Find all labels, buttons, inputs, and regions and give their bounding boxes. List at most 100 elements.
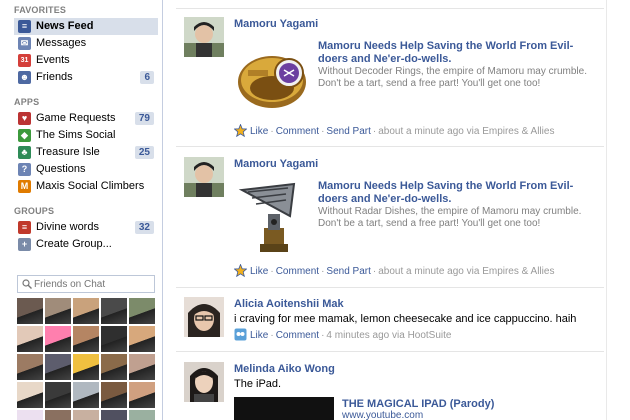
maxis-icon: M xyxy=(18,180,31,193)
sidebar-item-label: Maxis Social Climbers xyxy=(36,180,145,192)
friends-on-chat-search[interactable] xyxy=(17,275,155,293)
news-feed-icon: ≡ xyxy=(18,20,31,33)
sidebar-item-label: The Sims Social xyxy=(36,129,116,141)
story-message: The iPad. xyxy=(234,378,282,390)
sidebar-item-maxis-social-climbers[interactable]: M Maxis Social Climbers xyxy=(14,178,158,195)
chat-friend-avatar[interactable] xyxy=(101,326,127,352)
avatar[interactable] xyxy=(184,17,224,57)
story-message: i craving for mee mamak, lemon cheesecak… xyxy=(234,313,577,325)
sidebar-item-label: Messages xyxy=(36,37,87,49)
sidebar-item-friends[interactable]: ☻ Friends 6 xyxy=(14,69,158,86)
story-author[interactable]: Alicia Aoitenshii Mak xyxy=(234,298,344,310)
chat-friend-avatar[interactable] xyxy=(17,410,43,420)
chat-friend-avatar[interactable] xyxy=(17,382,43,408)
send-part-link[interactable]: Send Part xyxy=(326,126,370,137)
story-divider xyxy=(176,287,604,288)
chat-friend-avatar[interactable] xyxy=(129,326,155,352)
sidebar-item-treasure-isle[interactable]: ♣ Treasure Isle 25 xyxy=(14,144,158,161)
favorites-section-title: FAVORITES xyxy=(14,5,67,15)
sidebar-item-divine-words[interactable]: ≡ Divine words 32 xyxy=(14,219,158,236)
avatar[interactable] xyxy=(184,362,224,402)
palm-tree-icon: ♣ xyxy=(18,146,31,159)
sidebar-item-label: Treasure Isle xyxy=(36,146,100,158)
events-calendar-icon: 31 xyxy=(18,54,31,67)
chat-friend-avatar[interactable] xyxy=(45,298,71,324)
attachment-description: Without Radar Dishes, the empire of Mamo… xyxy=(318,206,582,229)
chat-friend-avatar[interactable] xyxy=(101,298,127,324)
sidebar-item-sims-social[interactable]: ◆ The Sims Social xyxy=(14,127,158,144)
sidebar-item-game-requests[interactable]: ♥ Game Requests 79 xyxy=(14,110,158,127)
chat-friend-avatar[interactable] xyxy=(17,326,43,352)
sidebar-item-events[interactable]: 31 Events xyxy=(14,52,158,69)
avatar[interactable] xyxy=(184,297,224,337)
chat-friend-avatar[interactable] xyxy=(73,410,99,420)
video-thumbnail[interactable] xyxy=(234,397,334,420)
sidebar-item-label: Create Group... xyxy=(36,238,112,250)
avatar-photo xyxy=(184,297,224,337)
chat-friend-avatar[interactable] xyxy=(45,382,71,408)
sidebar-item-label: News Feed xyxy=(36,20,94,32)
chat-friend-avatar[interactable] xyxy=(129,298,155,324)
story-meta: about a minute ago via Empires & Allies xyxy=(378,266,555,277)
story-meta: about a minute ago via Empires & Allies xyxy=(378,126,555,137)
chat-friend-avatar[interactable] xyxy=(45,354,71,380)
comment-link[interactable]: Comment xyxy=(276,266,319,277)
chat-friend-avatar[interactable] xyxy=(129,410,155,420)
comment-link[interactable]: Comment xyxy=(276,126,319,137)
attachment-title[interactable]: Mamoru Needs Help Saving the World From … xyxy=(318,180,588,206)
empires-allies-app-icon xyxy=(234,124,247,137)
hootsuite-app-icon xyxy=(234,328,247,341)
sidebar-item-create-group[interactable]: + Create Group... xyxy=(14,236,158,253)
story-actions: Like · Comment · 4 minutes ago via HootSuite xyxy=(234,328,451,342)
like-link[interactable]: Like xyxy=(250,330,268,341)
chat-friend-avatar[interactable] xyxy=(129,382,155,408)
video-link-url: www.youtube.com xyxy=(342,410,424,420)
divine-words-count-badge: 32 xyxy=(134,221,154,234)
group-icon: ≡ xyxy=(18,221,31,234)
story-divider xyxy=(176,146,604,147)
news-feed: Mamoru Yagami Mamoru Needs Help Saving t… xyxy=(164,0,630,420)
send-part-link[interactable]: Send Part xyxy=(326,266,370,277)
chat-friend-avatar[interactable] xyxy=(73,354,99,380)
story-meta: 4 minutes ago via HootSuite xyxy=(326,330,452,341)
story-author[interactable]: Mamoru Yagami xyxy=(234,18,318,30)
story-author[interactable]: Melinda Aiko Wong xyxy=(234,363,335,375)
sidebar-item-messages[interactable]: ✉ Messages xyxy=(14,35,158,52)
chat-friend-avatar[interactable] xyxy=(45,326,71,352)
avatar-photo xyxy=(184,362,224,402)
chat-friend-avatar[interactable] xyxy=(73,382,99,408)
friends-icon: ☻ xyxy=(18,71,31,84)
create-group-icon: + xyxy=(18,238,31,251)
chat-friend-avatar[interactable] xyxy=(73,298,99,324)
chat-friend-avatar[interactable] xyxy=(17,354,43,380)
chat-friend-avatar[interactable] xyxy=(101,354,127,380)
radar-dish-icon[interactable] xyxy=(234,180,312,256)
like-link[interactable]: Like xyxy=(250,266,268,277)
feed-top-divider xyxy=(176,8,604,9)
chat-friend-avatar[interactable] xyxy=(101,410,127,420)
apps-list: ♥ Game Requests 79 ◆ The Sims Social ♣ T… xyxy=(14,110,162,195)
game-requests-icon: ♥ xyxy=(18,112,31,125)
comment-link[interactable]: Comment xyxy=(276,330,319,341)
chat-friend-avatar[interactable] xyxy=(129,354,155,380)
empires-allies-app-icon xyxy=(234,264,247,277)
friends-on-chat-input[interactable] xyxy=(34,278,152,291)
attachment-title[interactable]: Mamoru Needs Help Saving the World From … xyxy=(318,40,588,66)
chat-friend-avatar[interactable] xyxy=(17,298,43,324)
video-link-title[interactable]: THE MAGICAL IPAD (Parody) xyxy=(342,398,494,410)
groups-list: ≡ Divine words 32 + Create Group... xyxy=(14,219,162,253)
avatar[interactable] xyxy=(184,157,224,197)
chat-friend-avatar[interactable] xyxy=(45,410,71,420)
treasure-isle-count-badge: 25 xyxy=(134,146,154,159)
sims-plumbob-icon: ◆ xyxy=(18,129,31,142)
sidebar-item-questions[interactable]: ? Questions xyxy=(14,161,158,178)
online-friends-grid xyxy=(17,298,155,420)
chat-friend-avatar[interactable] xyxy=(73,326,99,352)
like-link[interactable]: Like xyxy=(250,126,268,137)
chat-friend-avatar[interactable] xyxy=(101,382,127,408)
story-author[interactable]: Mamoru Yagami xyxy=(234,158,318,170)
decoder-ring-icon[interactable] xyxy=(234,40,312,116)
story-actions: Like · Comment · Send Part · about a minute ag… xyxy=(234,124,554,138)
sidebar-item-news-feed[interactable]: ≡ News Feed xyxy=(14,18,158,35)
attachment-description: Without Decoder Rings, the empire of Mam… xyxy=(318,66,587,89)
